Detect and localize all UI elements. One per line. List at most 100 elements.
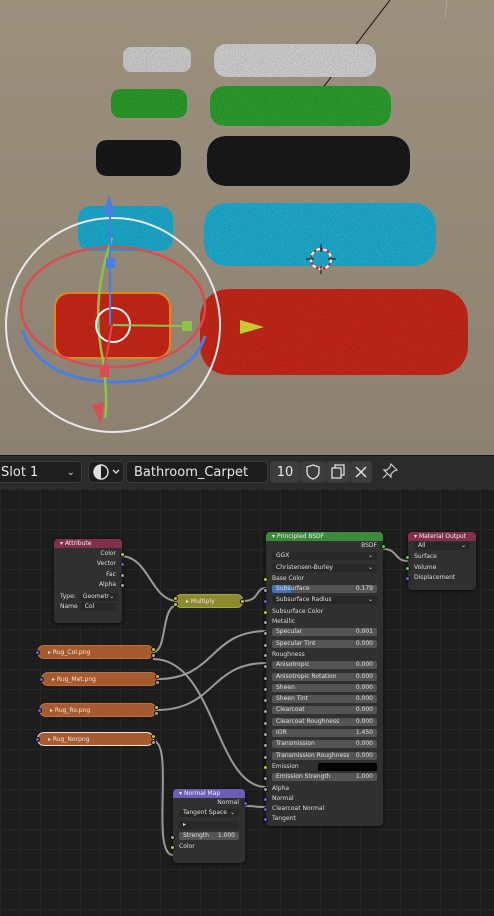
output-socket[interactable] — [243, 801, 248, 806]
uv-map-field[interactable]: ▸ — [179, 820, 239, 829]
3d-viewport[interactable] — [0, 0, 494, 455]
output-socket[interactable] — [381, 544, 386, 549]
input-socket[interactable] — [263, 609, 268, 615]
input-socket[interactable] — [263, 743, 268, 749]
input-socket[interactable] — [405, 555, 410, 561]
emission-color-swatch[interactable] — [318, 762, 377, 771]
input-socket[interactable] — [263, 709, 268, 715]
output-socket[interactable] — [151, 653, 156, 658]
subsurface-radius-dropdown[interactable]: Subsurface Radius ⌄ — [272, 596, 377, 605]
specular-tint-field[interactable]: Specular Tint 0.000 — [272, 639, 377, 648]
input-socket[interactable] — [263, 786, 268, 792]
multiply-node[interactable]: ▸ Multiply — [173, 594, 245, 608]
input-socket[interactable] — [170, 834, 175, 840]
material-output-header[interactable]: ▾ Material Output — [408, 532, 476, 541]
input-socket[interactable] — [263, 817, 268, 823]
output-socket[interactable] — [120, 582, 125, 588]
output-socket[interactable] — [154, 711, 159, 716]
input-socket[interactable] — [263, 796, 268, 802]
input-socket[interactable] — [263, 807, 268, 813]
collapse-arrow-icon[interactable]: ▾ — [179, 790, 182, 797]
input-socket[interactable] — [173, 602, 178, 607]
principled-bsdf-node[interactable]: ▾ Principled BSDF BSDF GGX ⌄ Christensen-… — [263, 532, 386, 826]
texture-node-color[interactable]: ▸ Rug_Col.png — [35, 645, 156, 659]
attribute-node-header[interactable]: ▾ Attribute — [54, 539, 122, 548]
material-name-field[interactable]: Bathroom_Carpet — [126, 461, 268, 483]
input-socket[interactable] — [263, 720, 268, 726]
strength-field[interactable]: Strength 1.000 — [179, 831, 239, 840]
sheen-tint-field[interactable]: Sheen Tint 0.000 — [272, 695, 377, 704]
input-socket[interactable] — [263, 754, 268, 760]
input-socket[interactable] — [263, 664, 268, 670]
rug-black-small[interactable] — [96, 140, 181, 176]
material-output-node[interactable]: ▾ Material Output All ⌄ Surface Volume Di… — [405, 532, 476, 590]
normal-space-dropdown[interactable]: Tangent Space ⌄ — [179, 809, 239, 818]
input-socket[interactable] — [263, 686, 268, 692]
anisotropic-field[interactable]: Anisotropic 0.000 — [272, 661, 377, 670]
collapse-arrow-icon[interactable]: ▾ — [272, 533, 275, 540]
material-slot-dropdown[interactable]: Slot 1 ⌄ — [0, 461, 82, 483]
normal-map-header[interactable]: ▾ Normal Map — [173, 789, 245, 798]
texture-node-metallic[interactable]: ▸ Rug_Met.png — [39, 672, 160, 686]
shader-node-editor[interactable]: ▾ Attribute Color Vector Fac Alpha Type:… — [0, 489, 494, 916]
sheen-field[interactable]: Sheen 0.000 — [272, 683, 377, 692]
input-socket[interactable] — [263, 764, 268, 770]
output-socket[interactable] — [240, 599, 245, 604]
output-socket[interactable] — [120, 552, 125, 557]
input-socket[interactable] — [263, 732, 268, 738]
duplicate-material-button[interactable] — [326, 461, 350, 483]
input-socket[interactable] — [263, 599, 268, 605]
rug-black-large[interactable] — [207, 136, 410, 186]
pin-button[interactable] — [380, 461, 402, 483]
output-socket[interactable] — [155, 680, 160, 685]
output-target-dropdown[interactable]: All ⌄ — [414, 542, 470, 550]
rug-blue-large[interactable] — [204, 203, 436, 266]
texture-node-roughness[interactable]: ▸ Rug_Ro.png — [37, 703, 159, 717]
output-socket[interactable] — [151, 740, 156, 745]
input-socket[interactable] — [263, 642, 268, 648]
output-socket[interactable] — [120, 572, 125, 578]
bsdf-header[interactable]: ▾ Principled BSDF — [266, 532, 383, 541]
output-socket[interactable] — [155, 674, 160, 679]
subsurface-field[interactable]: Subsurface 0.179 — [272, 585, 377, 594]
input-socket[interactable] — [35, 737, 40, 742]
input-socket[interactable] — [405, 565, 410, 571]
fake-user-button[interactable] — [300, 461, 326, 483]
clearcoat-roughness-field[interactable]: Clearcoat Roughness 0.000 — [272, 717, 377, 726]
attribute-name-field[interactable]: Col — [80, 603, 116, 612]
clearcoat-field[interactable]: Clearcoat 0.000 — [272, 706, 377, 715]
texture-node-normal[interactable]: ▸ Rug_Norpng — [35, 732, 156, 746]
output-socket[interactable] — [154, 705, 159, 710]
output-socket[interactable] — [151, 647, 156, 652]
input-socket[interactable] — [263, 576, 268, 582]
input-socket[interactable] — [263, 652, 268, 658]
input-socket[interactable] — [170, 845, 175, 851]
rug-white-small[interactable] — [123, 47, 191, 72]
input-socket[interactable] — [37, 708, 42, 713]
specular-field[interactable]: Specular 0.001 — [272, 628, 377, 637]
attribute-node[interactable]: ▾ Attribute Color Vector Fac Alpha Type:… — [54, 539, 125, 623]
input-socket[interactable] — [405, 575, 410, 581]
input-socket[interactable] — [39, 677, 44, 682]
collapse-arrow-icon[interactable]: ▾ — [414, 533, 417, 540]
collapse-arrow-icon[interactable]: ▾ — [60, 540, 63, 547]
input-socket[interactable] — [35, 650, 40, 655]
emission-strength-field[interactable]: Emission Strength 1.000 — [272, 773, 377, 782]
browse-material-button[interactable] — [88, 461, 124, 483]
input-socket[interactable] — [263, 620, 268, 626]
unlink-material-button[interactable] — [350, 461, 372, 483]
rug-green-large[interactable] — [210, 86, 391, 126]
input-socket[interactable] — [173, 596, 178, 601]
input-socket[interactable] — [263, 776, 268, 782]
rug-green-small[interactable] — [111, 89, 187, 118]
input-socket[interactable] — [263, 698, 268, 704]
transmission-roughness-field[interactable]: Transmission Roughness 0.000 — [272, 751, 377, 760]
input-socket[interactable] — [263, 588, 268, 594]
distribution-dropdown[interactable]: GGX ⌄ — [272, 552, 377, 561]
ior-field[interactable]: IOR 1.450 — [272, 729, 377, 738]
subsurface-method-dropdown[interactable]: Christensen-Burley ⌄ — [272, 563, 377, 572]
rug-white-large[interactable] — [214, 44, 376, 77]
input-socket[interactable] — [263, 631, 268, 637]
input-socket[interactable] — [263, 675, 268, 681]
normal-map-node[interactable]: ▾ Normal Map Normal Tangent Space ⌄ ▸ Str… — [170, 789, 248, 863]
